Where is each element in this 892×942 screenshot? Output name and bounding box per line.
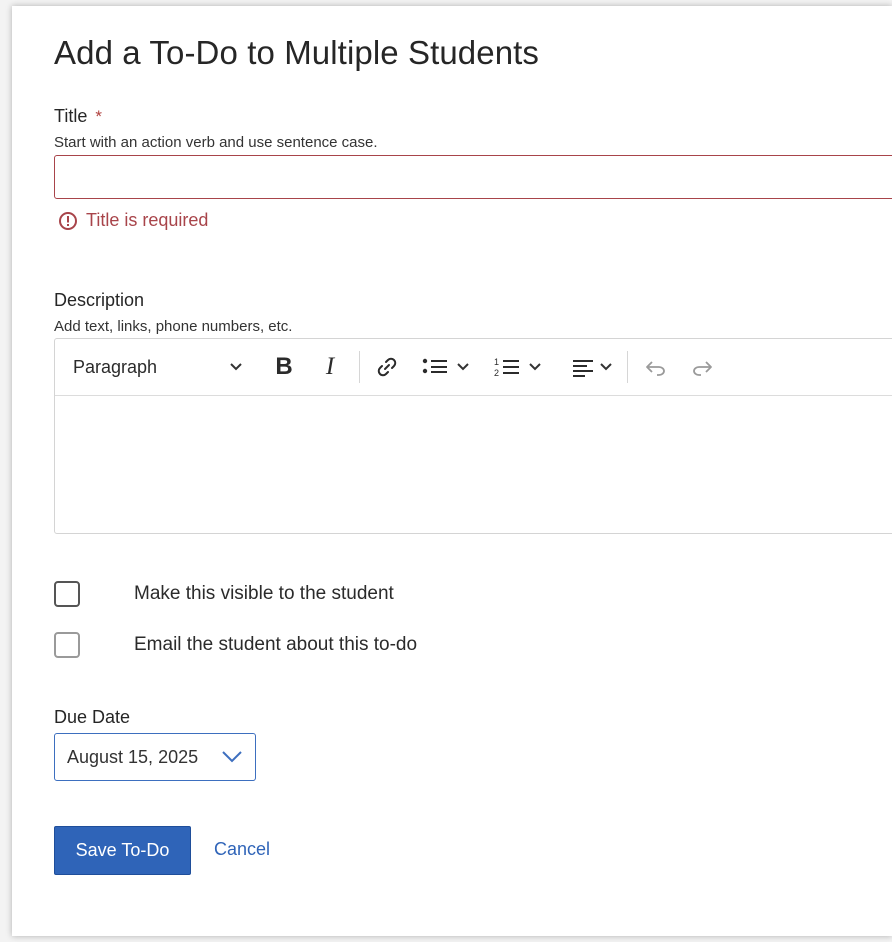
email-student-label: Email the student about this to-do (134, 634, 418, 655)
bold-icon: B (275, 353, 293, 380)
svg-text:1: 1 (494, 357, 499, 367)
cancel-link[interactable]: Cancel (214, 839, 270, 860)
redo-button[interactable] (685, 349, 719, 385)
title-label: Title * (54, 106, 102, 127)
visible-to-student-checkbox[interactable] (54, 581, 80, 607)
description-editor: Paragraph B I 1 2 (54, 338, 892, 534)
undo-icon (646, 361, 665, 376)
link-button[interactable] (369, 349, 405, 385)
title-hint: Start with an action verb and use senten… (54, 134, 378, 151)
svg-text:2: 2 (494, 368, 499, 378)
bold-button[interactable]: B (267, 349, 301, 385)
description-hint: Add text, links, phone numbers, etc. (54, 318, 293, 335)
visible-to-student-row: Make this visible to the student (54, 581, 394, 607)
email-student-checkbox[interactable] (54, 632, 80, 658)
toolbar-separator (359, 351, 360, 383)
link-icon (377, 357, 397, 377)
undo-button[interactable] (639, 349, 673, 385)
description-label: Description (54, 290, 145, 310)
align-dropdown[interactable] (563, 349, 621, 385)
redo-icon (693, 361, 712, 376)
chevron-down-icon (529, 363, 541, 371)
title-input[interactable] (54, 155, 892, 199)
block-format-label: Paragraph (73, 356, 158, 377)
block-format-dropdown[interactable]: Paragraph (67, 349, 249, 385)
email-student-row: Email the student about this to-do (54, 632, 417, 658)
bullet-list-icon (422, 358, 447, 374)
italic-icon: I (325, 353, 335, 380)
page-title: Add a To-Do to Multiple Students (54, 34, 540, 71)
chevron-down-icon (230, 363, 242, 371)
visible-to-student-label: Make this visible to the student (134, 583, 394, 604)
error-icon (59, 211, 77, 230)
chevron-down-icon (222, 751, 242, 763)
title-error-text: Title is required (86, 210, 209, 230)
align-left-icon (573, 360, 593, 377)
add-todo-panel: Add a To-Do to Multiple Students Title * … (12, 6, 892, 936)
bullet-list-dropdown[interactable] (417, 349, 475, 385)
due-date-label: Due Date (54, 707, 131, 727)
chevron-down-icon (600, 363, 612, 371)
title-label-text: Title (54, 106, 88, 126)
required-star: * (95, 107, 102, 126)
toolbar-separator (627, 351, 628, 383)
italic-button[interactable]: I (313, 349, 347, 385)
save-todo-button[interactable]: Save To-Do (54, 826, 191, 875)
numbered-list-icon: 1 2 (494, 357, 519, 378)
editor-toolbar: Paragraph B I 1 2 (55, 339, 892, 396)
description-text-area[interactable] (55, 396, 892, 533)
title-error: Title is required (58, 210, 208, 231)
due-date-select[interactable]: August 15, 2025 (54, 733, 256, 781)
chevron-down-icon (457, 363, 469, 371)
due-date-value: August 15, 2025 (67, 746, 199, 767)
numbered-list-dropdown[interactable]: 1 2 (489, 349, 547, 385)
